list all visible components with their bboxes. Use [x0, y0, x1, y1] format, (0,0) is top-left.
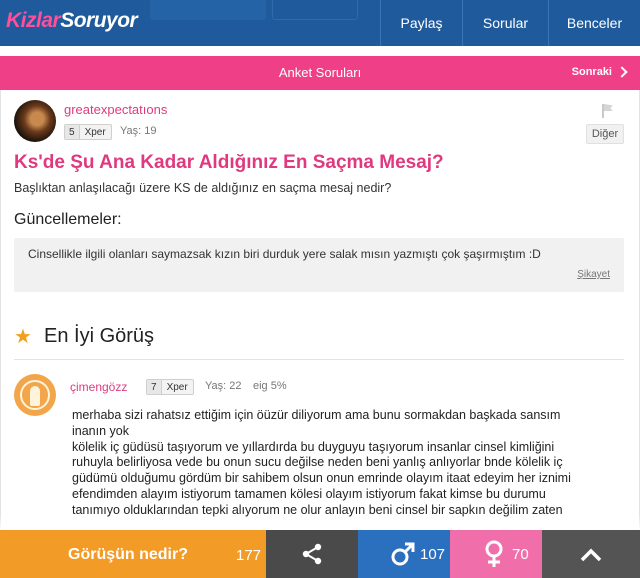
update-text: Cinsellikle ilgili olanları saymazsak kı… [28, 247, 541, 261]
opinion-line: ruhuyla belirliyosa vede bu onun sucu de… [72, 455, 563, 470]
opinion-line: inanın yok [72, 423, 129, 438]
give-opinion-label: Görüşün nedir? [68, 546, 188, 563]
main-nav: Paylaş Sorular Benceler [380, 0, 640, 46]
hidden-nav-button-secondary [272, 0, 358, 20]
page: KizlarSoruyor Paylaş Sorular Benceler An… [0, 0, 640, 578]
hidden-nav-button [150, 0, 266, 20]
opinion-author-agreement: eig 5% [253, 380, 287, 392]
next-label: Sonraki [571, 66, 612, 78]
opinion-author-name[interactable]: çimengözz [70, 380, 127, 394]
give-opinion-button[interactable]: Görüşün nedir? 177 [0, 530, 266, 578]
male-count: 107 [420, 546, 446, 563]
nav-opinions[interactable]: Benceler [548, 0, 640, 46]
opinion-line: kölelik iç güdüsü taşıyorum ve yıllardır… [72, 439, 555, 454]
opinion-line: efendimden alayım istiyorum tamamen köle… [72, 486, 546, 501]
female-icon [485, 540, 503, 567]
male-icon [391, 542, 415, 566]
updates-heading: Güncellemeler: [14, 211, 122, 228]
nav-share[interactable]: Paylaş [380, 0, 462, 46]
best-opinion-heading: ★ En İyi Görüş [14, 325, 155, 348]
top-navbar: KizlarSoruyor Paylaş Sorular Benceler [0, 0, 640, 46]
female-count: 70 [512, 546, 529, 563]
category-title[interactable]: Anket Soruları [0, 65, 640, 80]
opinion-line: merhaba sizi rahatsız ettiğim için öüzür… [72, 408, 561, 422]
category-bar: Anket Soruları Sonraki [0, 56, 640, 90]
report-link[interactable]: Şikayet [577, 269, 610, 280]
opinion-text: merhaba sizi rahatsız ettiğim için öüzür… [72, 408, 612, 519]
site-logo[interactable]: KizlarSoruyor [6, 9, 138, 33]
author-age: Yaş: 19 [120, 125, 157, 137]
star-icon: ★ [14, 325, 32, 348]
author-avatar[interactable] [14, 100, 56, 142]
content-fade [0, 515, 640, 530]
other-button[interactable]: Diğer [586, 124, 624, 144]
author-level-badge: 5 Xper [64, 124, 112, 140]
share-icon [302, 543, 322, 565]
opinion-count: 177 [236, 547, 262, 564]
question-body: Başlıktan anlaşılacağı üzere KS de aldığ… [14, 181, 392, 195]
opinion-author-age: Yaş: 22 [205, 380, 242, 392]
chevron-up-icon [580, 548, 602, 562]
divider [14, 359, 624, 360]
flag-icon[interactable] [600, 104, 614, 118]
opinion-author-level-badge: 7 Xper [146, 379, 194, 395]
scroll-top-button[interactable] [542, 530, 640, 578]
opinion-author-avatar[interactable] [14, 374, 56, 416]
opinion-line: güdümü olduğumu gördüm bir sahibem olsun… [72, 471, 571, 486]
bottom-action-bar: Görüşün nedir? 177 107 70 [0, 530, 640, 578]
next-question-link[interactable]: Sonraki [571, 66, 628, 78]
nav-questions[interactable]: Sorular [462, 0, 548, 46]
chevron-right-icon [616, 66, 628, 78]
share-button[interactable] [266, 530, 358, 578]
female-votes-button[interactable]: 70 [450, 530, 542, 578]
male-votes-button[interactable]: 107 [358, 530, 450, 578]
author-name[interactable]: greatexpectatıons [64, 102, 167, 117]
update-box: Cinsellikle ilgili olanları saymazsak kı… [14, 238, 624, 292]
question-title: Ks'de Şu Ana Kadar Aldığınız En Saçma Me… [14, 152, 444, 173]
